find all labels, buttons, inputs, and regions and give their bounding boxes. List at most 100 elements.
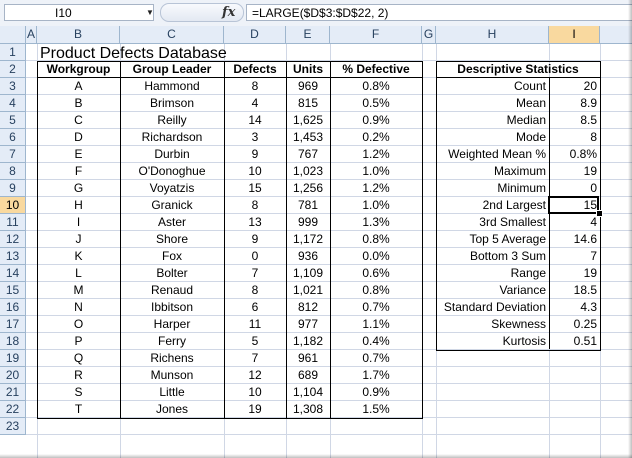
stats-value[interactable]: 8.5 bbox=[549, 112, 600, 129]
table-cell[interactable]: O bbox=[37, 316, 120, 333]
row-header-3[interactable]: 3 bbox=[0, 78, 26, 95]
column-header-g[interactable]: G bbox=[422, 26, 436, 43]
table-cell[interactable]: 9 bbox=[224, 231, 286, 248]
table-cell[interactable]: Voyatzis bbox=[120, 180, 224, 197]
column-header-b[interactable]: B bbox=[37, 26, 120, 43]
row-header-7[interactable]: 7 bbox=[0, 146, 26, 163]
stats-value[interactable]: 18.5 bbox=[549, 282, 600, 299]
table-cell[interactable]: Richens bbox=[120, 350, 224, 367]
stats-label[interactable]: Weighted Mean % bbox=[436, 146, 549, 163]
row-header-2[interactable]: 2 bbox=[0, 61, 26, 78]
row-header-15[interactable]: 15 bbox=[0, 282, 26, 299]
stats-value[interactable]: 0.51 bbox=[549, 333, 600, 350]
table-cell[interactable]: 812 bbox=[286, 299, 330, 316]
row-header-23[interactable]: 23 bbox=[0, 418, 26, 435]
table-cell[interactable]: 0.2% bbox=[330, 129, 422, 146]
table-cell[interactable]: 11 bbox=[224, 316, 286, 333]
table-cell[interactable]: 1,109 bbox=[286, 265, 330, 282]
table-cell[interactable]: I bbox=[37, 214, 120, 231]
table-cell[interactable]: 0.9% bbox=[330, 384, 422, 401]
fill-handle[interactable] bbox=[596, 210, 603, 217]
table-cell[interactable]: 1.5% bbox=[330, 401, 422, 418]
table-cell[interactable]: 1,104 bbox=[286, 384, 330, 401]
table-cell[interactable]: 0.8% bbox=[330, 231, 422, 248]
table-cell[interactable]: 689 bbox=[286, 367, 330, 384]
stats-value[interactable]: 15 bbox=[549, 197, 600, 214]
table-cell[interactable]: 0.8% bbox=[330, 282, 422, 299]
table-cell[interactable]: 1,256 bbox=[286, 180, 330, 197]
stats-value[interactable]: 0.25 bbox=[549, 316, 600, 333]
row-header-21[interactable]: 21 bbox=[0, 384, 26, 401]
table-cell[interactable]: 10 bbox=[224, 163, 286, 180]
table-cell[interactable]: Munson bbox=[120, 367, 224, 384]
stats-value[interactable]: 4 bbox=[549, 214, 600, 231]
table-cell[interactable]: 8 bbox=[224, 282, 286, 299]
stats-header[interactable]: Descriptive Statistics bbox=[436, 61, 600, 78]
row-header-19[interactable]: 19 bbox=[0, 350, 26, 367]
row-header-16[interactable]: 16 bbox=[0, 299, 26, 316]
table-cell[interactable]: Harper bbox=[120, 316, 224, 333]
stats-label[interactable]: Maximum bbox=[436, 163, 549, 180]
stats-label[interactable]: Standard Deviation bbox=[436, 299, 549, 316]
row-header-5[interactable]: 5 bbox=[0, 112, 26, 129]
table-cell[interactable]: Shore bbox=[120, 231, 224, 248]
stats-label[interactable]: Range bbox=[436, 265, 549, 282]
table-cell[interactable]: 14 bbox=[224, 112, 286, 129]
table-cell[interactable]: 10 bbox=[224, 384, 286, 401]
table-cell[interactable]: D bbox=[37, 129, 120, 146]
table-cell[interactable]: 1.2% bbox=[330, 180, 422, 197]
table-cell[interactable]: M bbox=[37, 282, 120, 299]
table-cell[interactable]: Q bbox=[37, 350, 120, 367]
table-cell[interactable]: 0 bbox=[224, 248, 286, 265]
table-cell[interactable]: 0.9% bbox=[330, 112, 422, 129]
table-cell[interactable]: 6 bbox=[224, 299, 286, 316]
table-cell[interactable]: K bbox=[37, 248, 120, 265]
table-cell[interactable]: 0.4% bbox=[330, 333, 422, 350]
table-cell[interactable]: Renaud bbox=[120, 282, 224, 299]
table-cell[interactable]: 1.0% bbox=[330, 197, 422, 214]
table-cell[interactable]: 0.7% bbox=[330, 350, 422, 367]
table-cell[interactable]: 3 bbox=[224, 129, 286, 146]
table-cell[interactable]: 977 bbox=[286, 316, 330, 333]
table-header-cell[interactable]: % Defective bbox=[330, 61, 422, 78]
stats-value[interactable]: 19 bbox=[549, 163, 600, 180]
table-cell[interactable]: 936 bbox=[286, 248, 330, 265]
stats-label[interactable]: Bottom 3 Sum bbox=[436, 248, 549, 265]
stats-label[interactable]: Kurtosis bbox=[436, 333, 549, 350]
table-cell[interactable]: Little bbox=[120, 384, 224, 401]
table-cell[interactable]: T bbox=[37, 401, 120, 418]
table-cell[interactable]: H bbox=[37, 197, 120, 214]
insert-function-icon[interactable]: fx bbox=[222, 3, 235, 22]
stats-value[interactable]: 19 bbox=[549, 265, 600, 282]
table-cell[interactable]: Reilly bbox=[120, 112, 224, 129]
column-header-f[interactable]: F bbox=[330, 26, 422, 43]
stats-value[interactable]: 0.8% bbox=[549, 146, 600, 163]
table-cell[interactable]: L bbox=[37, 265, 120, 282]
table-cell[interactable]: 1.1% bbox=[330, 316, 422, 333]
table-cell[interactable]: 1,172 bbox=[286, 231, 330, 248]
table-cell[interactable]: 0.8% bbox=[330, 78, 422, 95]
stats-label[interactable]: Variance bbox=[436, 282, 549, 299]
stats-label[interactable]: Count bbox=[436, 78, 549, 95]
stats-value[interactable]: 14.6 bbox=[549, 231, 600, 248]
table-cell[interactable]: Jones bbox=[120, 401, 224, 418]
table-cell[interactable]: 999 bbox=[286, 214, 330, 231]
table-cell[interactable]: S bbox=[37, 384, 120, 401]
table-cell[interactable]: 7 bbox=[224, 350, 286, 367]
table-cell[interactable]: 12 bbox=[224, 367, 286, 384]
column-header-i[interactable]: I bbox=[549, 26, 600, 43]
table-cell[interactable]: 1,625 bbox=[286, 112, 330, 129]
table-cell[interactable]: E bbox=[37, 146, 120, 163]
row-header-10[interactable]: 10 bbox=[0, 197, 26, 214]
stats-label[interactable]: Skewness bbox=[436, 316, 549, 333]
table-cell[interactable]: 1,453 bbox=[286, 129, 330, 146]
table-cell[interactable]: G bbox=[37, 180, 120, 197]
table-cell[interactable]: 19 bbox=[224, 401, 286, 418]
table-cell[interactable]: Ferry bbox=[120, 333, 224, 350]
stats-value[interactable]: 7 bbox=[549, 248, 600, 265]
table-cell[interactable]: J bbox=[37, 231, 120, 248]
row-header-6[interactable]: 6 bbox=[0, 129, 26, 146]
table-cell[interactable]: 0.0% bbox=[330, 248, 422, 265]
table-cell[interactable]: R bbox=[37, 367, 120, 384]
stats-value[interactable]: 4.3 bbox=[549, 299, 600, 316]
